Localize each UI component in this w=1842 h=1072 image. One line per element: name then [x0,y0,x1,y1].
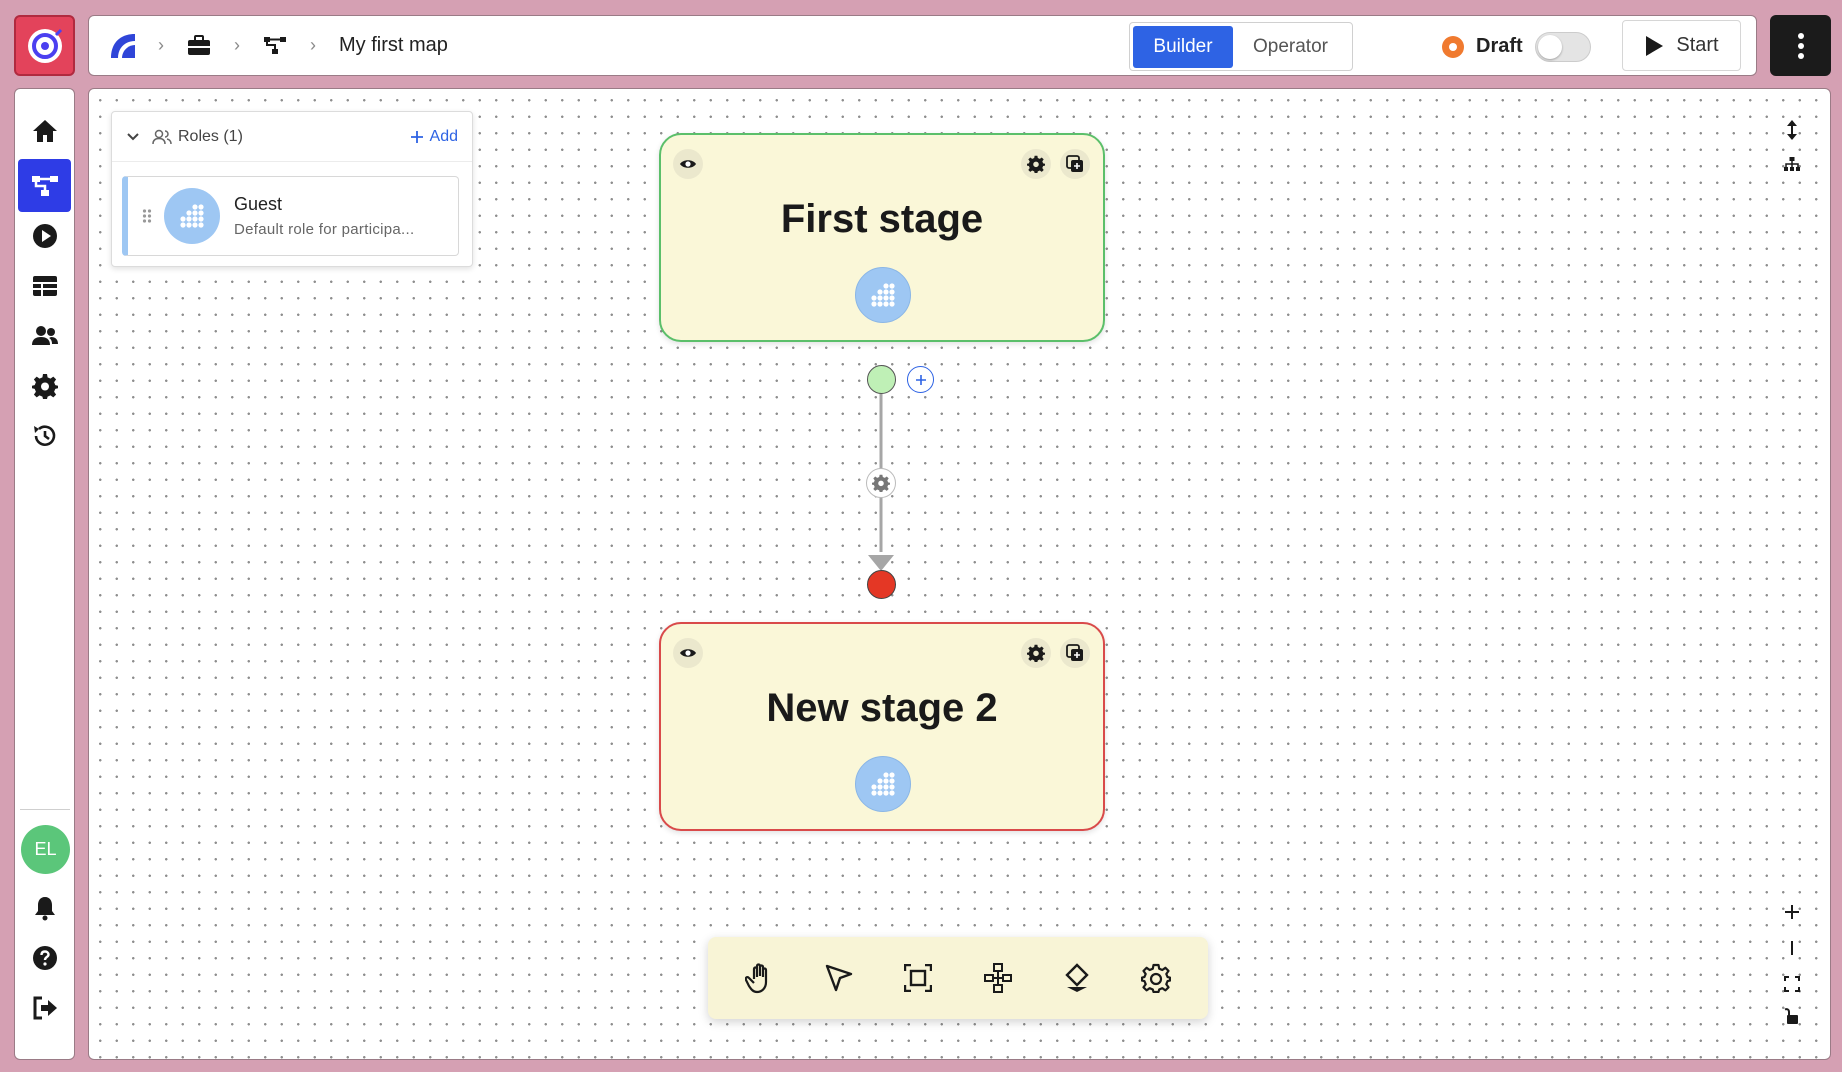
map-canvas[interactable]: Roles (1) Add Guest Default role for par… [88,88,1831,1060]
gear-icon [872,474,890,492]
home-icon [32,119,57,142]
breadcrumb-separator: › [158,35,164,55]
workspace-logo-icon [111,33,135,58]
map-flow-icon [264,36,286,54]
pointer-icon [825,964,853,992]
stage-card-first[interactable]: First stage [659,133,1105,342]
history-icon [33,424,55,446]
briefcase-crumb[interactable] [181,28,217,64]
sidebar-item-history[interactable] [18,409,71,462]
play-circle-icon [32,223,57,248]
sidebar-item-settings[interactable] [18,359,71,412]
canvas-toolbar [708,937,1208,1019]
more-menu-button[interactable] [1770,15,1831,76]
builder-mode-button[interactable]: Builder [1133,25,1233,68]
zoom-in-button[interactable] [1777,897,1807,927]
mode-toggle: Builder Operator [1129,22,1353,71]
frame-tool-button[interactable] [892,952,944,1004]
workspace-logo-crumb[interactable] [105,28,141,64]
zoom-out-button[interactable] [1777,933,1807,963]
operator-mode-button[interactable]: Operator [1233,26,1348,68]
draft-label: Draft [1476,35,1523,57]
gear-icon [1141,963,1172,993]
sidebar-item-maps[interactable] [18,159,71,212]
minus-icon [1791,941,1793,955]
decision-icon [1065,963,1089,992]
auto-layout-button[interactable] [1777,149,1807,179]
hand-tool-button[interactable] [734,952,786,1004]
gear-icon [1027,155,1045,173]
play-icon [1646,35,1664,56]
sidebar-item-data[interactable] [18,259,71,312]
connection-settings-button[interactable] [866,468,896,498]
add-connection-button[interactable] [907,366,934,393]
end-port-dot[interactable] [867,570,896,599]
users-icon [31,325,58,345]
stage-settings-button[interactable] [1021,149,1051,179]
sidebar-item-run[interactable] [18,209,71,262]
duplicate-icon [1066,644,1083,661]
logout-icon [33,996,57,1019]
fit-view-icon [1784,976,1800,992]
briefcase-icon [188,34,210,55]
vertical-layout-button[interactable] [1777,115,1807,145]
hierarchy-icon [1784,157,1800,171]
stage-role-icon [855,756,911,812]
gear-icon [31,373,58,399]
gear-icon [1027,644,1045,662]
app-logo-icon [27,28,62,63]
draft-status: Draft [1442,16,1591,77]
fit-view-button[interactable] [1777,969,1807,999]
plus-icon [915,374,926,385]
sidebar-divider [20,809,70,810]
sidebar-item-home[interactable] [18,104,71,157]
stage-duplicate-button[interactable] [1060,149,1090,179]
breadcrumb-separator: › [310,35,316,55]
add-stage-tool-button[interactable] [972,952,1024,1004]
stage-role-icon [855,267,911,323]
sidebar-item-help[interactable] [18,931,71,984]
hierarchy-icon [983,963,1012,993]
eye-icon [680,649,696,657]
map-title[interactable]: My first map [339,34,448,57]
eye-icon [680,160,696,168]
stage-title: First stage [780,197,984,241]
plus-icon [1785,905,1799,919]
app-logo[interactable] [14,15,75,76]
sidebar-item-users[interactable] [18,309,71,362]
stage-duplicate-button[interactable] [1060,638,1090,668]
table-icon [32,275,57,296]
help-icon [32,945,57,970]
bell-icon [34,896,55,920]
decision-tool-button[interactable] [1051,952,1103,1004]
select-tool-button[interactable] [813,952,865,1004]
top-bar: › › › My first map Builder Operator Draf… [88,15,1757,76]
settings-tool-button[interactable] [1130,952,1182,1004]
stage-title: New stage 2 [766,686,998,730]
stage-visibility-button[interactable] [673,638,703,668]
sidebar: EL [14,88,75,1060]
breadcrumb: › › › My first map [105,16,448,75]
stage-visibility-button[interactable] [673,149,703,179]
frame-icon [904,964,933,992]
stage-card-new-2[interactable]: New stage 2 [659,622,1105,831]
map-flow-icon [31,175,58,196]
lock-icon [1784,1008,1798,1024]
kebab-menu-icon [1797,32,1804,59]
stage-settings-button[interactable] [1021,638,1051,668]
draft-toggle[interactable] [1534,31,1591,62]
hand-icon [744,963,767,994]
vertical-arrows-icon [1787,120,1797,140]
sidebar-item-logout[interactable] [18,981,71,1034]
lock-canvas-button[interactable] [1777,1001,1807,1031]
duplicate-icon [1066,155,1083,172]
user-avatar[interactable]: EL [21,825,70,874]
breadcrumb-separator: › [234,35,240,55]
map-crumb[interactable] [257,28,293,64]
sidebar-item-notifications[interactable] [18,881,71,934]
draft-status-dot-icon [1442,35,1464,58]
start-button-label: Start [1676,34,1719,56]
start-button[interactable]: Start [1622,20,1741,71]
start-port-dot[interactable] [867,365,896,394]
